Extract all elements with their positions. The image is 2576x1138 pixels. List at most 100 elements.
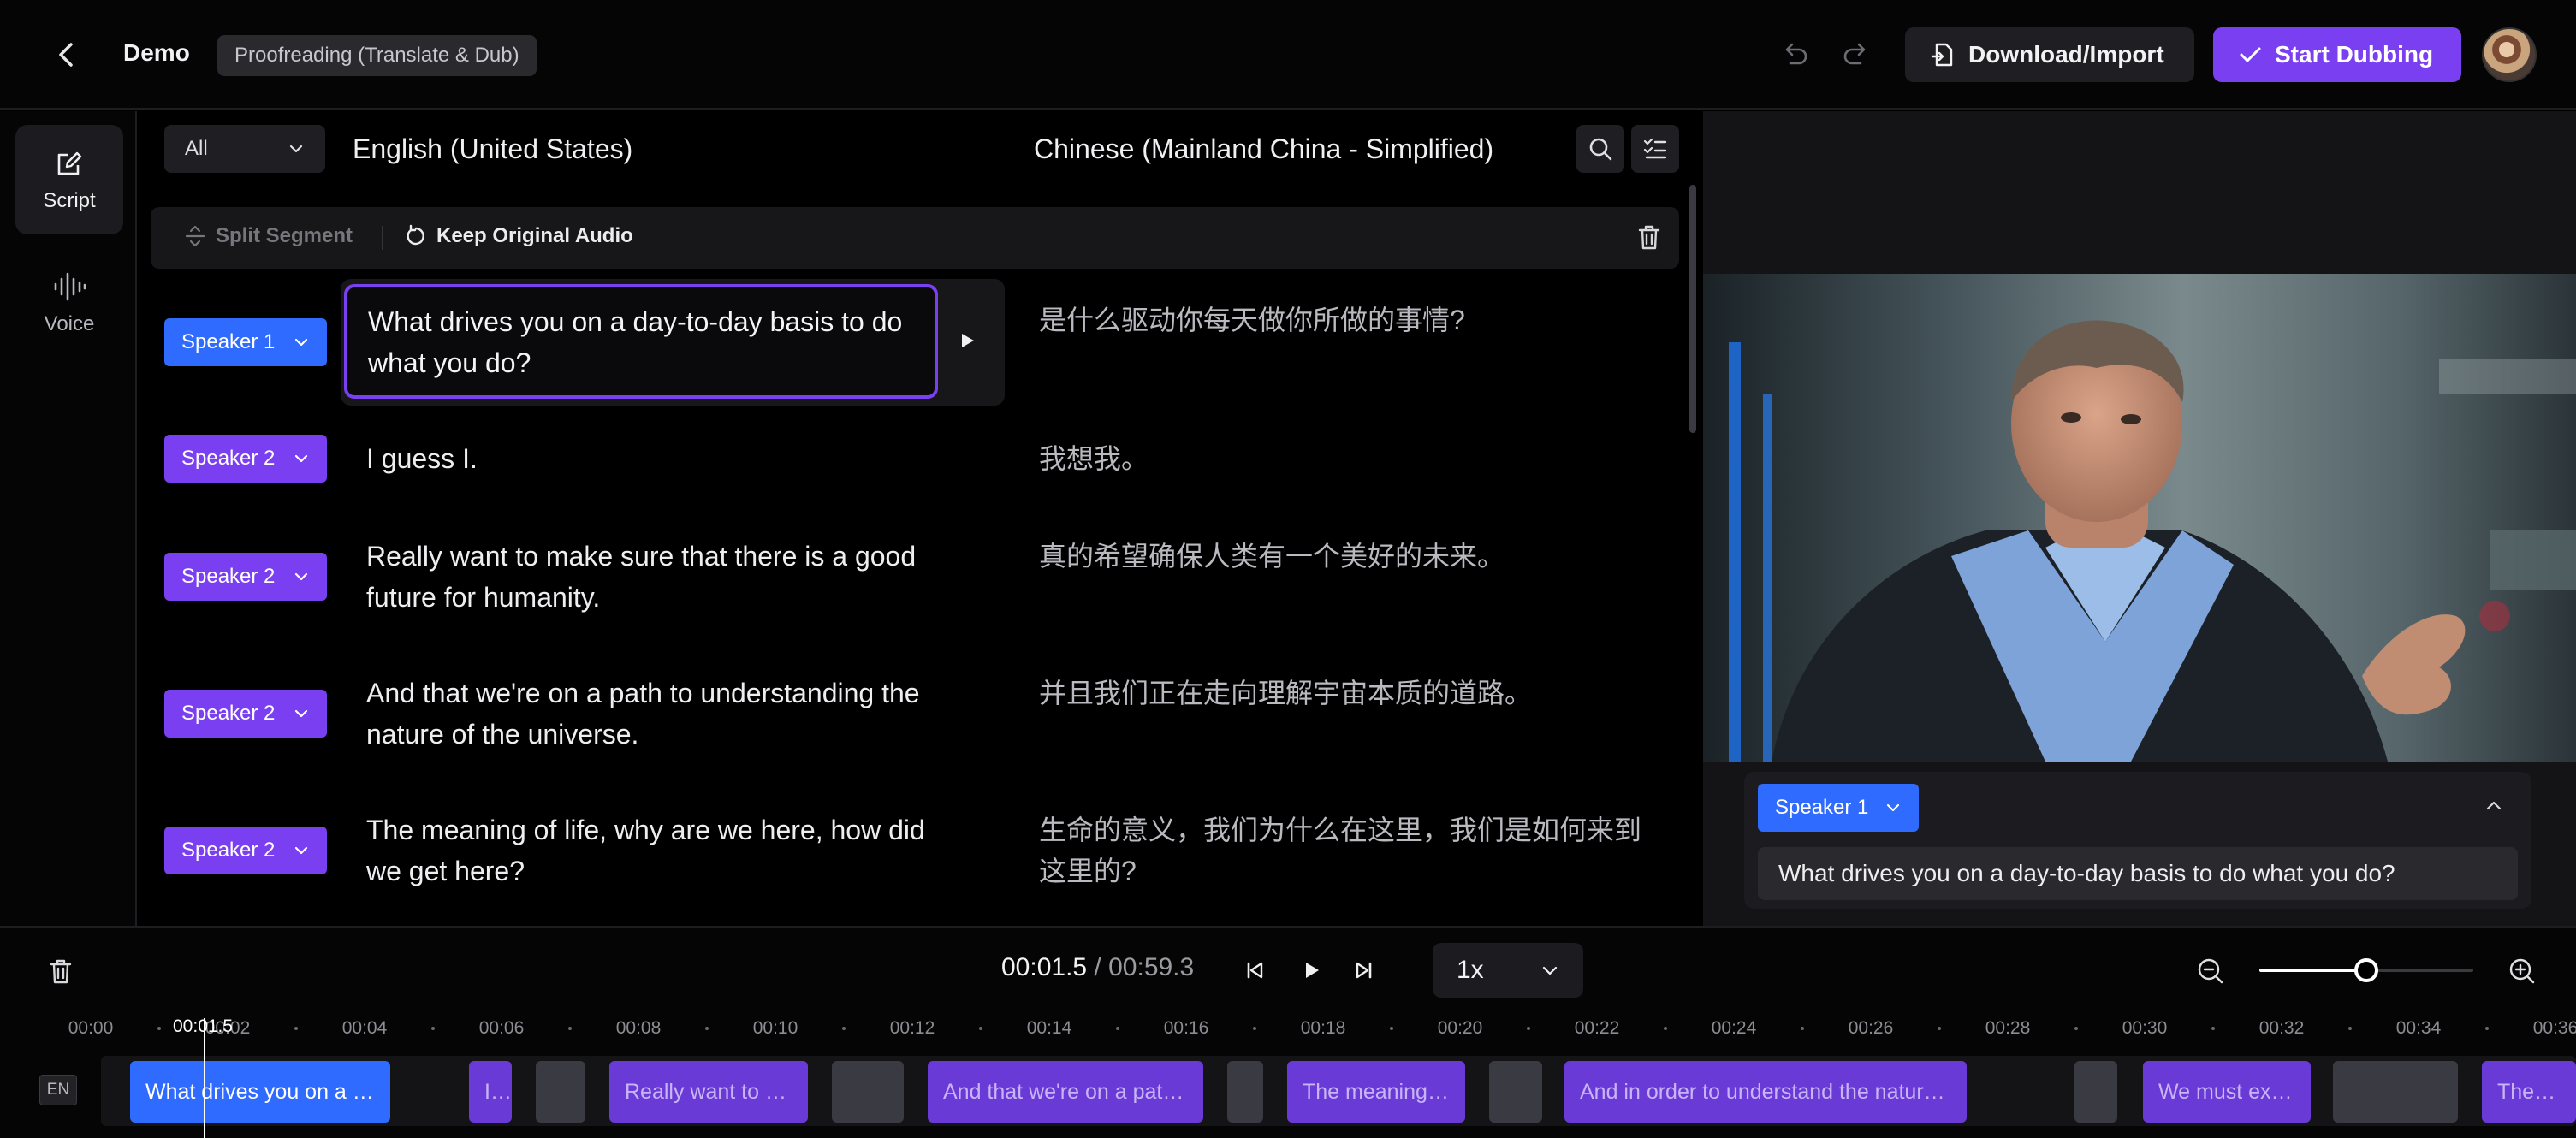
split-segment-button[interactable]: Split Segment — [183, 224, 353, 248]
zoom-out-button[interactable] — [2196, 957, 2225, 986]
timeline-gap[interactable] — [1489, 1061, 1542, 1123]
zoom-out-icon — [2198, 958, 2223, 984]
timeline-clip[interactable]: The meaning o... — [1287, 1061, 1465, 1123]
ruler-tick-label: 00:30 — [2122, 1018, 2168, 1038]
ruler-tick-label: 00:34 — [2395, 1018, 2442, 1038]
playback-rate-select[interactable]: 1x — [1433, 943, 1583, 998]
chevron-down-icon — [294, 338, 308, 347]
script-segment-2[interactable]: Speaker 2 I guess I. 我想我。 — [139, 428, 1679, 496]
timeline-clip[interactable]: There's — [2482, 1061, 2576, 1123]
timeline-clip[interactable]: And in order to understand the nature of… — [1564, 1061, 1967, 1123]
segment-translation[interactable]: 并且我们正在走向理解宇宙本质的道路。 — [1039, 673, 1664, 714]
segment-text-editor[interactable]: What drives you on a day-to-day basis to… — [344, 284, 938, 399]
timeline-ruler[interactable]: 00:00 00:02 00:04 00:06 00:08 00:10 00:12 00:14… — [0, 1018, 2576, 1052]
script-segment-3[interactable]: Speaker 2 Really want to make sure that … — [139, 530, 1679, 625]
ruler-tick-label: 00:16 — [1163, 1018, 1209, 1038]
search-button[interactable] — [1576, 125, 1624, 173]
ruler-tick-label: 00:28 — [1985, 1018, 2031, 1038]
back-button[interactable] — [50, 38, 84, 72]
ruler-tick-label: 00:26 — [1848, 1018, 1894, 1038]
subtitle-text[interactable]: What drives you on a day-to-day basis to… — [1758, 847, 2518, 900]
zoom-in-button[interactable] — [2508, 957, 2537, 986]
zoom-slider-handle[interactable] — [2354, 958, 2378, 982]
segment-translation[interactable]: 我想我。 — [1039, 438, 1664, 479]
subtitle-speaker-select[interactable]: Speaker 1 — [1758, 784, 1919, 832]
timeline-clip[interactable]: What drives you on a d... — [130, 1061, 390, 1123]
ruler-tick-mark — [1116, 1027, 1119, 1030]
rail-item-script[interactable]: Script — [15, 125, 123, 234]
timeline-gap[interactable] — [1227, 1061, 1263, 1123]
reset-icon — [407, 224, 424, 246]
speaker-label: Speaker 2 — [181, 702, 276, 725]
timeline-clip[interactable]: We must exp... — [2143, 1061, 2311, 1123]
download-import-label: Download/Import — [1968, 41, 2164, 68]
chevron-down-icon — [294, 572, 308, 581]
timeline-gap[interactable] — [832, 1061, 904, 1123]
ruler-tick-mark — [1253, 1027, 1256, 1030]
speaker-select[interactable]: Speaker 2 — [164, 435, 327, 483]
ruler-tick-mark — [1801, 1027, 1804, 1030]
timeline-clip[interactable]: I ... — [469, 1061, 512, 1123]
collapse-subtitle-button[interactable] — [2484, 796, 2504, 816]
ruler-tick-mark — [842, 1027, 846, 1030]
zoom-in-icon — [2509, 958, 2535, 984]
user-avatar[interactable] — [2482, 27, 2537, 82]
segment-translation[interactable]: 生命的意义，我们为什么在这里，我们是如何来到这里的? — [1039, 809, 1664, 892]
zoom-slider[interactable] — [2259, 958, 2473, 982]
segment-translation[interactable]: 是什么驱动你每天做你所做的事情? — [1039, 299, 1664, 341]
speaker-select[interactable]: Speaker 2 — [164, 553, 327, 601]
script-segment-5[interactable]: Speaker 2 The meaning of life, why are w… — [139, 804, 1679, 898]
filter-value: All — [185, 137, 208, 160]
play-icon — [1306, 963, 1319, 978]
speaker-select[interactable]: Speaker 2 — [164, 690, 327, 738]
script-segment-1[interactable]: Speaker 1 What drives you on a day-to-da… — [139, 279, 1679, 406]
rail-item-label: Script — [43, 189, 96, 212]
undo-button[interactable] — [1780, 39, 1811, 70]
segment-text[interactable]: Really want to make sure that there is a… — [366, 536, 948, 618]
project-title: Demo — [123, 39, 190, 66]
video-preview-panel: Speaker 1 What drives you on a day-to-da… — [1703, 111, 2576, 926]
left-rail: Script Voice — [0, 111, 137, 926]
video-player[interactable] — [1703, 274, 2576, 762]
checklist-icon — [1643, 138, 1667, 159]
segment-translation[interactable]: 真的希望确保人类有一个美好的未来。 — [1039, 536, 1664, 577]
timeline-gap[interactable] — [536, 1061, 585, 1123]
play-segment-button[interactable] — [957, 329, 977, 353]
segment-toolbar: Split Segment Keep Original Audio — [151, 207, 1679, 269]
mode-badge: Proofreading (Translate & Dub) — [217, 35, 537, 76]
next-segment-button[interactable] — [1352, 958, 1376, 982]
segment-text[interactable]: I guess I. — [366, 438, 948, 479]
playhead[interactable] — [204, 1018, 205, 1138]
script-segment-4[interactable]: Speaker 2 And that we're on a path to un… — [139, 667, 1679, 762]
rail-item-voice[interactable]: Voice — [15, 248, 123, 358]
delete-segment-button[interactable] — [1635, 222, 1664, 252]
script-scrollbar[interactable] — [1689, 185, 1696, 433]
timeline-gap[interactable] — [2074, 1061, 2117, 1123]
speaker-label: Speaker 1 — [181, 330, 276, 353]
checklist-button[interactable] — [1631, 125, 1679, 173]
segment-text[interactable]: And that we're on a path to understandin… — [366, 673, 948, 755]
timeline-gap[interactable] — [2333, 1061, 2458, 1123]
download-import-button[interactable]: Download/Import — [1905, 27, 2194, 82]
segment-text[interactable]: The meaning of life, why are we here, ho… — [366, 809, 948, 892]
redo-button[interactable] — [1840, 39, 1871, 70]
source-language-label: English (United States) — [353, 133, 633, 164]
chevron-down-icon — [294, 454, 308, 463]
ruler-tick-label: 00:08 — [615, 1018, 662, 1038]
start-dubbing-button[interactable]: Start Dubbing — [2213, 27, 2461, 82]
ruler-tick-label: 00:18 — [1300, 1018, 1346, 1038]
ruler-tick-mark — [2348, 1027, 2352, 1030]
timeline-clip[interactable]: And that we're on a path... — [928, 1061, 1203, 1123]
speaker-select[interactable]: Speaker 1 — [164, 318, 327, 366]
timeline-play-button[interactable] — [1299, 958, 1323, 982]
previous-segment-button[interactable] — [1243, 958, 1267, 982]
timeline-clip[interactable]: Really want to m... — [609, 1061, 808, 1123]
delete-clip-button[interactable] — [46, 957, 75, 986]
ruler-tick-mark — [705, 1027, 709, 1030]
speaker-select[interactable]: Speaker 2 — [164, 827, 327, 874]
ruler-tick-label: 00:12 — [889, 1018, 935, 1038]
current-time: 00:01.5 — [1001, 953, 1088, 981]
zoom-slider-fill — [2259, 969, 2366, 972]
keep-original-audio-button[interactable]: Keep Original Audio — [404, 224, 633, 248]
segment-filter-select[interactable]: All — [164, 125, 325, 173]
